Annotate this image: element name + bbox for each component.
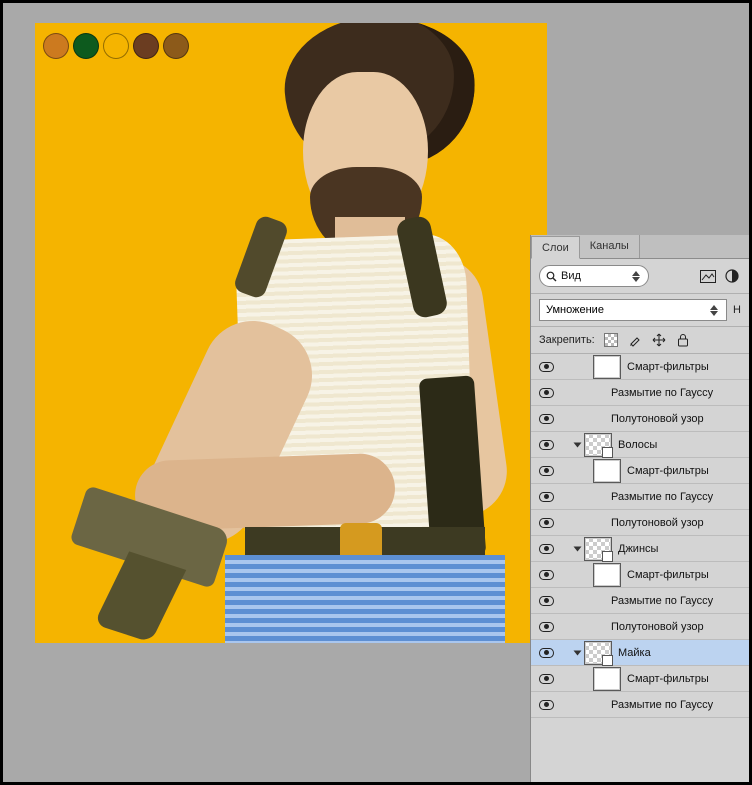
visibility-toggle[interactable] <box>531 622 561 632</box>
visibility-toggle[interactable] <box>531 648 561 658</box>
smart-object-badge-icon <box>602 447 613 458</box>
eye-icon <box>539 544 554 554</box>
visibility-toggle[interactable] <box>531 570 561 580</box>
visibility-toggle[interactable] <box>531 440 561 450</box>
eye-icon <box>539 518 554 528</box>
canvas[interactable] <box>35 23 547 643</box>
filter-adjust-icon[interactable] <box>723 267 741 285</box>
workspace: Слои Каналы Вид Умножение <box>3 3 749 782</box>
visibility-toggle[interactable] <box>531 466 561 476</box>
eye-icon <box>539 440 554 450</box>
layer-thumbnail[interactable] <box>584 641 612 665</box>
layer-name[interactable]: Майка <box>618 647 745 659</box>
layer-thumbnail[interactable] <box>593 563 621 587</box>
stepper-icon <box>710 301 720 319</box>
eye-icon <box>539 388 554 398</box>
opacity-label: Н <box>733 304 741 316</box>
eye-icon <box>539 492 554 502</box>
layer-name[interactable]: Смарт-фильтры <box>627 673 745 685</box>
visibility-toggle[interactable] <box>531 674 561 684</box>
lock-label: Закрепить: <box>539 334 595 346</box>
filter-row: Вид <box>531 259 749 294</box>
visibility-toggle[interactable] <box>531 518 561 528</box>
layer-thumbnail[interactable] <box>584 537 612 561</box>
smart-filters-row[interactable]: Смарт-фильтры <box>531 458 749 484</box>
layer-name[interactable]: Волосы <box>618 439 745 451</box>
layer-thumbnail[interactable] <box>593 459 621 483</box>
visibility-toggle[interactable] <box>531 544 561 554</box>
filter-item-row[interactable]: Полутоновой узор <box>531 510 749 536</box>
swatch-0 <box>43 33 69 59</box>
visibility-toggle[interactable] <box>531 700 561 710</box>
stepper-icon <box>632 267 642 285</box>
smart-filters-row[interactable]: Смарт-фильтры <box>531 354 749 380</box>
layer-name[interactable]: Полутоновой узор <box>611 413 745 425</box>
layers-list: Смарт-фильтры Размытие по Гауссу Полутонов… <box>531 354 749 782</box>
visibility-toggle[interactable] <box>531 388 561 398</box>
layer-thumbnail[interactable] <box>593 355 621 379</box>
filter-item-row[interactable]: Размытие по Гауссу <box>531 692 749 718</box>
layer-name[interactable]: Смарт-фильтры <box>627 569 745 581</box>
visibility-toggle[interactable] <box>531 492 561 502</box>
canvas-artwork <box>75 23 547 643</box>
filter-image-icon[interactable] <box>699 267 717 285</box>
lock-all-icon[interactable] <box>675 332 691 348</box>
expand-toggle-icon[interactable] <box>574 546 582 551</box>
layer-filter-value: Вид <box>561 270 628 282</box>
layer-name[interactable]: Размытие по Гауссу <box>611 387 745 399</box>
lock-move-icon[interactable] <box>651 332 667 348</box>
layer-name[interactable]: Размытие по Гауссу <box>611 595 745 607</box>
tab-layers[interactable]: Слои <box>531 236 580 259</box>
eye-icon <box>539 648 554 658</box>
lock-brush-icon[interactable] <box>627 332 643 348</box>
filter-item-row[interactable]: Полутоновой узор <box>531 614 749 640</box>
visibility-toggle[interactable] <box>531 596 561 606</box>
expand-toggle-icon[interactable] <box>574 650 582 655</box>
eye-icon <box>539 674 554 684</box>
smart-object-badge-icon <box>602 551 613 562</box>
tab-channels[interactable]: Каналы <box>580 235 640 258</box>
visibility-toggle[interactable] <box>531 362 561 372</box>
panel-tabs: Слои Каналы <box>531 235 749 259</box>
layer-row[interactable]: Джинсы <box>531 536 749 562</box>
blend-mode-value: Умножение <box>546 304 604 316</box>
layer-name[interactable]: Размытие по Гауссу <box>611 491 745 503</box>
smart-filters-row[interactable]: Смарт-фильтры <box>531 562 749 588</box>
layer-name[interactable]: Смарт-фильтры <box>627 361 745 373</box>
expand-toggle-icon[interactable] <box>574 442 582 447</box>
layer-name[interactable]: Размытие по Гауссу <box>611 699 745 711</box>
layer-name[interactable]: Полутоновой узор <box>611 621 745 633</box>
eye-icon <box>539 570 554 580</box>
smart-filters-row[interactable]: Смарт-фильтры <box>531 666 749 692</box>
blend-row: Умножение Н <box>531 294 749 327</box>
lock-pixels-icon[interactable] <box>603 332 619 348</box>
filter-item-row[interactable]: Размытие по Гауссу <box>531 484 749 510</box>
layer-thumbnail[interactable] <box>584 433 612 457</box>
eye-icon <box>539 700 554 710</box>
visibility-toggle[interactable] <box>531 414 561 424</box>
lock-row: Закрепить: <box>531 327 749 354</box>
layer-row[interactable]: Волосы <box>531 432 749 458</box>
smart-object-badge-icon <box>602 655 613 666</box>
layer-name[interactable]: Джинсы <box>618 543 745 555</box>
filter-item-row[interactable]: Размытие по Гауссу <box>531 588 749 614</box>
blend-mode-select[interactable]: Умножение <box>539 299 727 321</box>
eye-icon <box>539 466 554 476</box>
layer-filter-select[interactable]: Вид <box>539 265 649 287</box>
eye-icon <box>539 596 554 606</box>
layer-thumbnail[interactable] <box>593 667 621 691</box>
eye-icon <box>539 622 554 632</box>
layer-name[interactable]: Полутоновой узор <box>611 517 745 529</box>
eye-icon <box>539 362 554 372</box>
layer-name[interactable]: Смарт-фильтры <box>627 465 745 477</box>
layers-panel: Слои Каналы Вид Умножение <box>530 235 749 782</box>
search-icon <box>546 271 557 282</box>
eye-icon <box>539 414 554 424</box>
filter-item-row[interactable]: Размытие по Гауссу <box>531 380 749 406</box>
layer-row[interactable]: Майка <box>531 640 749 666</box>
filter-item-row[interactable]: Полутоновой узор <box>531 406 749 432</box>
